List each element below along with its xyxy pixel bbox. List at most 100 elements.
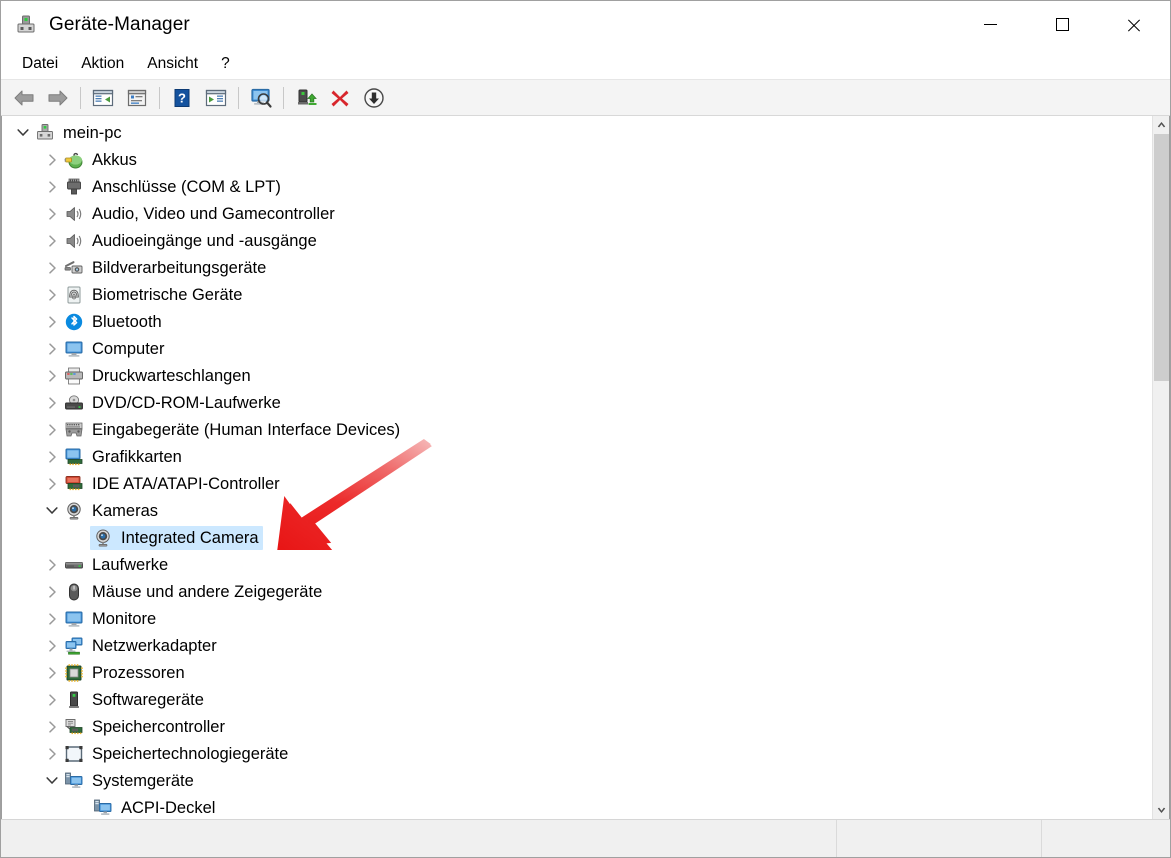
- device-tree[interactable]: mein-pc Akkus Anschlüsse (COM & LPT) Aud…: [2, 116, 1152, 819]
- expand-toggle-closed[interactable]: [43, 281, 61, 308]
- scrollbar-thumb[interactable]: [1154, 134, 1169, 381]
- tree-item-eingabegeraete-hid[interactable]: Eingabegeräte (Human Interface Devices): [2, 416, 1152, 443]
- tree-item-content[interactable]: Biometrische Geräte: [61, 283, 246, 307]
- tree-item-content[interactable]: Mäuse und andere Zeigegeräte: [61, 580, 326, 604]
- help-button[interactable]: ?: [167, 84, 197, 112]
- tree-item-integrated-camera[interactable]: Integrated Camera: [2, 524, 1152, 551]
- tree-item-content[interactable]: Integrated Camera: [90, 525, 263, 550]
- vertical-scrollbar[interactable]: [1152, 116, 1169, 819]
- expand-toggle-closed[interactable]: [43, 713, 61, 740]
- expand-toggle-closed[interactable]: [43, 389, 61, 416]
- tree-item-druckwarteschlangen[interactable]: Druckwarteschlangen: [2, 362, 1152, 389]
- uninstall-device-button[interactable]: [325, 84, 355, 112]
- expand-toggle-closed[interactable]: [43, 335, 61, 362]
- tree-item-content[interactable]: Bluetooth: [61, 310, 166, 334]
- tree-item-content[interactable]: Druckwarteschlangen: [61, 364, 255, 388]
- expand-toggle-closed[interactable]: [43, 200, 61, 227]
- tree-item-mein-pc[interactable]: mein-pc: [2, 119, 1152, 146]
- show-hide-console-tree-button[interactable]: [88, 84, 118, 112]
- tree-item-content[interactable]: Monitore: [61, 607, 160, 631]
- expand-toggle-closed[interactable]: [43, 632, 61, 659]
- tree-item-content[interactable]: Grafikkarten: [61, 445, 186, 469]
- tree-item-audio-inputs-outputs[interactable]: Audioeingänge und -ausgänge: [2, 227, 1152, 254]
- expand-toggle-closed[interactable]: [43, 308, 61, 335]
- tree-item-content[interactable]: ACPI-Deckel: [90, 796, 219, 820]
- disable-device-button[interactable]: [359, 84, 389, 112]
- tree-item-acpi-deckel[interactable]: ACPI-Deckel: [2, 794, 1152, 819]
- expand-toggle-closed[interactable]: [43, 227, 61, 254]
- expand-toggle-closed[interactable]: [43, 362, 61, 389]
- tree-item-content[interactable]: Prozessoren: [61, 661, 189, 685]
- tree-item-content[interactable]: Akkus: [61, 148, 141, 172]
- tree-item-content[interactable]: IDE ATA/ATAPI-Controller: [61, 472, 284, 496]
- expand-toggle-closed[interactable]: [43, 416, 61, 443]
- tree-item-biometrische-geraete[interactable]: Biometrische Geräte: [2, 281, 1152, 308]
- tree-item-bildverarbeitung[interactable]: Bildverarbeitungsgeräte: [2, 254, 1152, 281]
- expand-toggle-closed[interactable]: [43, 578, 61, 605]
- menu-datei[interactable]: Datei: [13, 52, 67, 76]
- update-driver-button[interactable]: [201, 84, 231, 112]
- scroll-up-arrow[interactable]: [1153, 116, 1169, 133]
- enable-device-button[interactable]: [291, 84, 321, 112]
- back-button[interactable]: [9, 84, 39, 112]
- tree-item-ide-ata-atapi[interactable]: IDE ATA/ATAPI-Controller: [2, 470, 1152, 497]
- expand-toggle-closed[interactable]: [43, 605, 61, 632]
- tree-item-content[interactable]: Systemgeräte: [61, 769, 198, 793]
- tree-item-dvd-cdrom[interactable]: DVD/CD-ROM-Laufwerke: [2, 389, 1152, 416]
- tree-item-monitore[interactable]: Monitore: [2, 605, 1152, 632]
- menu-aktion[interactable]: Aktion: [72, 52, 133, 76]
- tree-item-content[interactable]: Bildverarbeitungsgeräte: [61, 256, 270, 280]
- tree-item-prozessoren[interactable]: Prozessoren: [2, 659, 1152, 686]
- expand-toggle-closed[interactable]: [43, 254, 61, 281]
- menu-ansicht[interactable]: Ansicht: [138, 52, 207, 76]
- properties-button[interactable]: [122, 84, 152, 112]
- tree-item-laufwerke[interactable]: Laufwerke: [2, 551, 1152, 578]
- tree-item-content[interactable]: Kameras: [61, 499, 162, 523]
- maximize-button[interactable]: [1026, 1, 1098, 48]
- tree-item-content[interactable]: Eingabegeräte (Human Interface Devices): [61, 418, 404, 442]
- expand-toggle-closed[interactable]: [43, 740, 61, 767]
- tree-item-grafikkarten[interactable]: Grafikkarten: [2, 443, 1152, 470]
- tree-item-softwaregeraete[interactable]: Softwaregeräte: [2, 686, 1152, 713]
- tree-item-maeuse[interactable]: Mäuse und andere Zeigegeräte: [2, 578, 1152, 605]
- forward-button[interactable]: [43, 84, 73, 112]
- expand-toggle-closed[interactable]: [43, 146, 61, 173]
- tree-item-systemgeraete[interactable]: Systemgeräte: [2, 767, 1152, 794]
- tree-item-content[interactable]: Anschlüsse (COM & LPT): [61, 175, 285, 199]
- expand-toggle-open[interactable]: [43, 767, 61, 794]
- tree-item-content[interactable]: Softwaregeräte: [61, 688, 208, 712]
- tree-item-anschluesse[interactable]: Anschlüsse (COM & LPT): [2, 173, 1152, 200]
- close-button[interactable]: [1098, 1, 1170, 48]
- expand-toggle-open[interactable]: [14, 119, 32, 146]
- tree-item-content[interactable]: Speichercontroller: [61, 715, 229, 739]
- tree-item-netzwerkadapter[interactable]: Netzwerkadapter: [2, 632, 1152, 659]
- tree-item-computer[interactable]: Computer: [2, 335, 1152, 362]
- scroll-down-arrow[interactable]: [1153, 802, 1169, 819]
- expand-toggle-closed[interactable]: [43, 659, 61, 686]
- tree-item-speichercontroller[interactable]: Speichercontroller: [2, 713, 1152, 740]
- tree-item-content[interactable]: Speichertechnologiegeräte: [61, 742, 292, 766]
- tree-item-content[interactable]: Laufwerke: [61, 553, 172, 577]
- expand-toggle-open[interactable]: [43, 497, 61, 524]
- expand-toggle-closed[interactable]: [43, 686, 61, 713]
- toolbar: ?: [1, 80, 1170, 116]
- tree-item-content[interactable]: mein-pc: [32, 121, 126, 145]
- minimize-button[interactable]: [954, 1, 1026, 48]
- scan-hardware-changes-button[interactable]: [246, 84, 276, 112]
- tree-item-bluetooth[interactable]: Bluetooth: [2, 308, 1152, 335]
- expand-toggle-closed[interactable]: [43, 173, 61, 200]
- expand-toggle-closed[interactable]: [43, 443, 61, 470]
- tree-item-content[interactable]: Computer: [61, 337, 168, 361]
- tree-item-audio-video-game[interactable]: Audio, Video und Gamecontroller: [2, 200, 1152, 227]
- tree-item-kameras[interactable]: Kameras: [2, 497, 1152, 524]
- speaker-icon: [64, 204, 84, 224]
- tree-item-akkus[interactable]: Akkus: [2, 146, 1152, 173]
- expand-toggle-closed[interactable]: [43, 470, 61, 497]
- tree-item-content[interactable]: Audio, Video und Gamecontroller: [61, 202, 339, 226]
- tree-item-content[interactable]: Audioeingänge und -ausgänge: [61, 229, 321, 253]
- tree-item-content[interactable]: DVD/CD-ROM-Laufwerke: [61, 391, 285, 415]
- tree-item-content[interactable]: Netzwerkadapter: [61, 634, 221, 658]
- expand-toggle-closed[interactable]: [43, 551, 61, 578]
- tree-item-speichertechnologie[interactable]: Speichertechnologiegeräte: [2, 740, 1152, 767]
- menu-help[interactable]: ?: [212, 52, 239, 76]
